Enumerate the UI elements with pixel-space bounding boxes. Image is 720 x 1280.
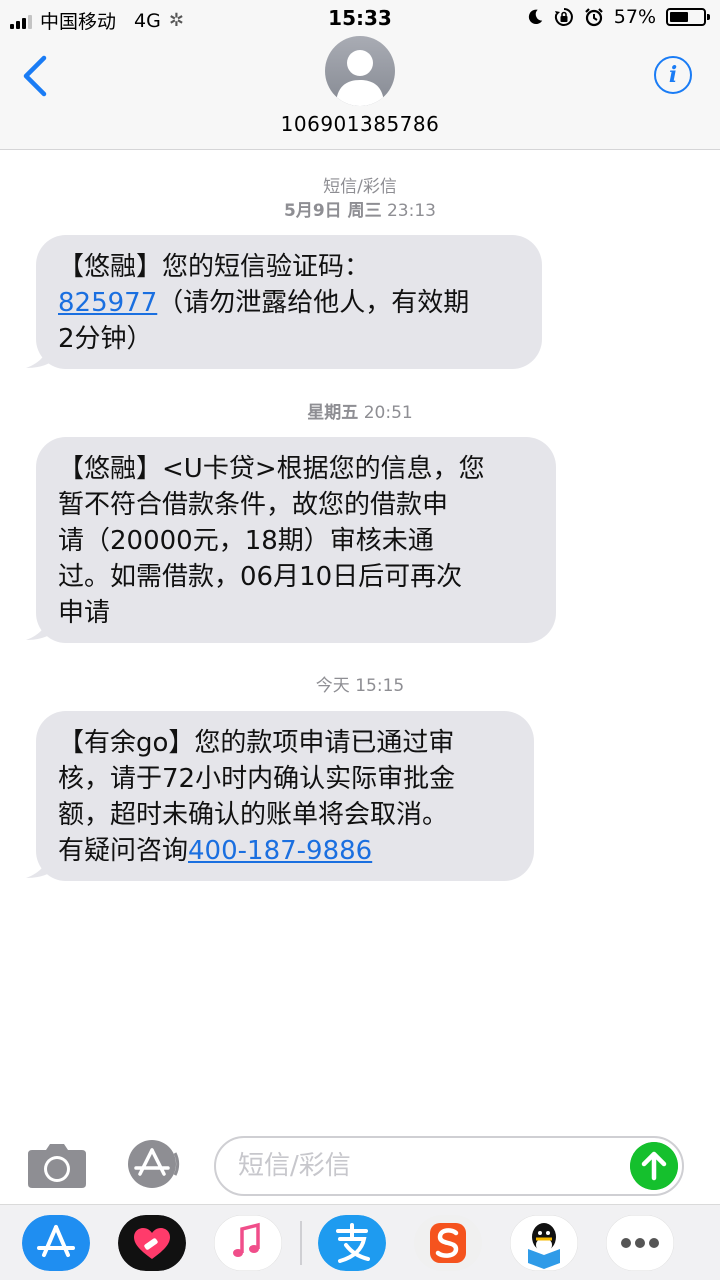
- message-text: （请勿泄露给他人，有效期: [157, 288, 470, 318]
- timestamp-time: 15:15: [355, 676, 405, 696]
- message-bubble[interactable]: 【悠融】您的短信验证码： 825977（请勿泄露给他人，有效期 2分钟）: [36, 235, 542, 369]
- contact-avatar[interactable]: [325, 36, 395, 106]
- message-input[interactable]: 短信/彩信: [214, 1136, 684, 1196]
- more-icon[interactable]: [606, 1215, 674, 1271]
- alarm-icon: [584, 8, 603, 27]
- message-text: 过。如需借款，06月10日后可再次: [58, 562, 463, 592]
- verification-code-link[interactable]: 825977: [58, 288, 157, 318]
- message-text: 核，请于72小时内确认实际审批金: [58, 764, 456, 794]
- message-timestamp: 星期五 20:51: [0, 398, 720, 423]
- timestamp-time: 20:51: [363, 403, 413, 423]
- message-text: 【悠融】<U卡贷>根据您的信息，您: [58, 454, 485, 484]
- message-bubble[interactable]: 【悠融】<U卡贷>根据您的信息，您 暂不符合借款条件，故您的借款申 请（2000…: [36, 437, 556, 643]
- message-line: 【悠融】您的短信验证码：: [58, 249, 520, 285]
- message-line: 【有余go】您的款项申请已通过审: [58, 725, 512, 761]
- message-text: 【有余go】您的款项申请已通过审: [58, 728, 455, 758]
- drawer-divider: [300, 1221, 302, 1265]
- message-line: 有疑问咨询400-187-9886: [58, 833, 512, 869]
- timestamp-date: 今天: [315, 676, 350, 696]
- battery-percent: 57%: [613, 6, 656, 28]
- composer-bar: 短信/彩信: [0, 1122, 720, 1204]
- timestamp-date: 5月9日 周三: [284, 201, 382, 221]
- back-button[interactable]: [14, 52, 58, 100]
- message-line: 暂不符合借款条件，故您的借款申: [58, 487, 534, 523]
- send-button[interactable]: [630, 1142, 678, 1190]
- qq-reader-icon[interactable]: [510, 1215, 578, 1271]
- heart-app-icon[interactable]: [118, 1215, 186, 1271]
- message-text: 【悠融】您的短信验证码：: [58, 252, 371, 282]
- message-bubble[interactable]: 【有余go】您的款项申请已通过审 核，请于72小时内确认实际审批金 额，超时未确…: [36, 711, 534, 881]
- message-text: 暂不符合借款条件，故您的借款申: [58, 490, 449, 520]
- message-line: 【悠融】<U卡贷>根据您的信息，您: [58, 451, 534, 487]
- message-line: 2分钟）: [58, 321, 520, 357]
- info-button[interactable]: i: [654, 56, 692, 94]
- message-line: 请（20000元，18期）审核未通: [58, 523, 534, 559]
- alipay-icon[interactable]: [318, 1215, 386, 1271]
- music-icon[interactable]: [214, 1215, 282, 1271]
- timestamp-time: 23:13: [386, 201, 436, 221]
- message-line: 额，超时未确认的账单将会取消。: [58, 797, 512, 833]
- message-type-label: 短信/彩信: [323, 177, 397, 197]
- message-line: 核，请于72小时内确认实际审批金: [58, 761, 512, 797]
- rotation-lock-icon: [554, 8, 573, 26]
- message-timestamp: 5月9日 周三 23:13: [0, 196, 720, 221]
- message-text: 2分钟）: [58, 324, 153, 354]
- message-text: 申请: [58, 598, 111, 628]
- message-line: 过。如需借款，06月10日后可再次: [58, 559, 534, 595]
- message-line: 825977（请勿泄露给他人，有效期: [58, 285, 520, 321]
- message-line: 申请: [58, 595, 534, 631]
- person-icon: [336, 50, 384, 106]
- status-right: 57%: [526, 6, 710, 28]
- camera-button[interactable]: [28, 1144, 86, 1188]
- status-bar: 中国移动 4G ✲ 15:33 57%: [0, 0, 720, 36]
- app-store-icon[interactable]: [22, 1215, 90, 1271]
- conversation-header: 106901385786 i: [0, 36, 720, 150]
- sogou-icon[interactable]: [414, 1215, 482, 1271]
- contact-number[interactable]: 106901385786: [0, 112, 720, 136]
- message-text: 有疑问咨询: [58, 836, 189, 866]
- message-text: 请（20000元，18期）审核未通: [58, 526, 434, 556]
- imessage-app-drawer: [0, 1204, 720, 1280]
- moon-icon: [528, 9, 542, 25]
- phone-number-link[interactable]: 400-187-9886: [188, 836, 372, 866]
- message-timestamp: 今天 15:15: [0, 671, 720, 696]
- timestamp-date: 星期五: [307, 403, 359, 423]
- message-text: 额，超时未确认的账单将会取消。: [58, 800, 449, 830]
- battery-icon: [666, 8, 710, 26]
- app-store-button[interactable]: [122, 1140, 184, 1188]
